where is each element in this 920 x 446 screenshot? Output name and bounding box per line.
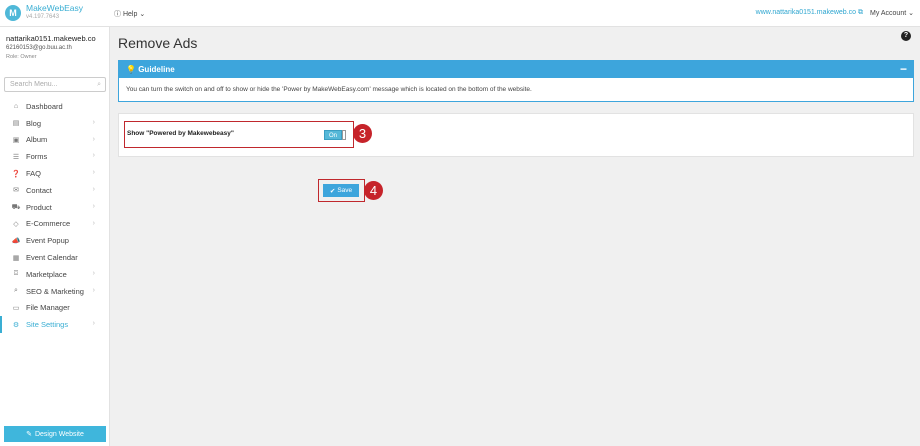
logo-name: MakeWebEasy <box>26 3 84 13</box>
collapse-icon[interactable]: − <box>900 62 907 76</box>
chevron-right-icon: › <box>92 118 95 126</box>
guideline-panel: 💡 Guideline − You can turn the switch on… <box>118 60 914 102</box>
sidebar-item-label: Album <box>26 135 48 145</box>
search-input[interactable]: Search Menu... ⌕ <box>4 77 106 92</box>
chevron-right-icon: › <box>92 152 95 160</box>
top-bar: M MakeWebEasy v4.197.7643 ⓘ Help ⌄ www.n… <box>0 0 920 27</box>
sidebar-item-label: SEO & Marketing <box>26 286 84 296</box>
sidebar-item-label: Marketplace <box>26 269 67 279</box>
sidebar-menu: ⌂ Dashboard ▤ Blog › ▣ Album › ☰ Forms › ❓ FAQ › ✉ Cont… <box>0 98 109 334</box>
chevron-right-icon: › <box>92 269 95 277</box>
sidebar-item-dashboard[interactable]: ⌂ Dashboard <box>0 98 109 115</box>
step-badge-4: 4 <box>364 181 383 200</box>
sidebar-item-marketplace[interactable]: ⌼ Marketplace › <box>0 266 109 283</box>
site-link-text: www.nattarika0151.makeweb.co <box>755 9 857 16</box>
logo-version: v4.197.7643 <box>26 14 60 20</box>
menu-icon: ⛟ <box>11 203 21 211</box>
menu-icon: ☰ <box>12 153 20 161</box>
menu-icon: ✉ <box>13 187 19 195</box>
guideline-header[interactable]: 💡 Guideline − <box>119 61 913 78</box>
menu-icon: ▤ <box>12 120 20 128</box>
menu-icon: ⌼ <box>13 270 19 278</box>
sidebar: nattarika0151.makeweb.co 62160153@go.buu… <box>0 27 110 446</box>
sidebar-item-label: Event Popup <box>26 236 69 246</box>
menu-icon: ❓ <box>11 170 21 178</box>
sidebar-item-event-popup[interactable]: 📣 Event Popup <box>0 232 109 249</box>
sidebar-item-label: Product <box>26 202 52 212</box>
chevron-right-icon: › <box>92 320 95 328</box>
sidebar-item-label: Event Calendar <box>26 253 78 263</box>
user-email: 62160153@go.buu.ac.th <box>6 45 72 51</box>
sidebar-item-e-commerce[interactable]: ◇ E-Commerce › <box>0 216 109 233</box>
search-icon: ⌕ <box>97 81 101 88</box>
sidebar-item-album[interactable]: ▣ Album › <box>0 132 109 149</box>
menu-icon: ◇ <box>13 220 19 228</box>
setting-highlight-frame: Show "Powered by Makewebeasy" On <box>124 121 354 148</box>
guideline-text: You can turn the switch on and off to sh… <box>126 86 532 93</box>
sidebar-item-label: Forms <box>26 152 48 162</box>
powered-by-toggle[interactable]: On <box>324 130 342 140</box>
site-link[interactable]: www.nattarika0151.makeweb.co ⧉ <box>756 9 863 17</box>
step-badge-3: 3 <box>353 124 372 143</box>
chevron-down-icon: ⌄ <box>139 11 146 18</box>
page-title: Remove Ads <box>118 35 198 51</box>
sidebar-item-blog[interactable]: ▤ Blog › <box>0 115 109 132</box>
sidebar-item-forms[interactable]: ☰ Forms › <box>0 148 109 165</box>
guideline-title: Guideline <box>138 65 175 74</box>
external-link-icon: ⧉ <box>858 9 863 16</box>
sidebar-item-site-settings[interactable]: ⚙ Site Settings › <box>0 316 109 334</box>
sidebar-item-label: Blog <box>26 118 42 128</box>
logo-icon: M <box>5 5 21 21</box>
sidebar-item-seo-marketing[interactable]: ⌕ SEO & Marketing › <box>0 283 109 300</box>
sidebar-item-label: E-Commerce <box>26 219 71 229</box>
sidebar-item-label: Dashboard <box>26 101 63 111</box>
search-placeholder: Search Menu... <box>10 81 58 88</box>
user-name: nattarika0151.makeweb.co <box>6 34 96 43</box>
chevron-right-icon: › <box>92 135 95 143</box>
my-account-label: My Account <box>869 10 907 17</box>
menu-icon: ▣ <box>12 136 20 144</box>
chevron-right-icon: › <box>92 202 95 210</box>
user-role: Role: Owner <box>6 54 37 60</box>
question-circle-icon: ⓘ <box>114 11 121 18</box>
menu-icon: ▭ <box>12 304 20 312</box>
sidebar-item-event-calendar[interactable]: ▦ Event Calendar <box>0 249 109 266</box>
sidebar-item-label: Contact <box>26 185 52 195</box>
sidebar-item-label: File Manager <box>26 303 70 313</box>
save-label: Save <box>337 187 353 194</box>
logo[interactable]: M MakeWebEasy v4.197.7643 <box>5 4 83 22</box>
my-account-menu[interactable]: My Account ⌄ <box>870 9 914 17</box>
sidebar-item-faq[interactable]: ❓ FAQ › <box>0 165 109 182</box>
chevron-right-icon: › <box>92 219 95 227</box>
save-button[interactable]: ✔ Save <box>323 184 359 197</box>
menu-icon: ⌕ <box>14 287 18 295</box>
sidebar-item-contact[interactable]: ✉ Contact › <box>0 182 109 199</box>
menu-icon: ⚙ <box>12 321 20 329</box>
toggle-knob[interactable] <box>342 130 346 140</box>
setting-panel: Show "Powered by Makewebeasy" On <box>118 113 914 157</box>
menu-icon: 📣 <box>11 237 21 245</box>
sidebar-item-label: Site Settings <box>26 320 69 330</box>
help-menu[interactable]: ⓘ Help ⌄ <box>114 9 145 19</box>
save-highlight-frame: ✔ Save <box>318 179 365 202</box>
chevron-right-icon: › <box>92 185 95 193</box>
design-website-label: Design Website <box>34 430 84 438</box>
sidebar-item-product[interactable]: ⛟ Product › <box>0 199 109 216</box>
menu-icon: ⌂ <box>13 102 19 110</box>
check-icon: ✔ <box>329 187 336 195</box>
lightbulb-icon: 💡 <box>126 65 136 74</box>
help-label: Help <box>122 11 138 18</box>
menu-icon: ▦ <box>12 254 20 262</box>
help-icon[interactable]: ? <box>901 31 911 41</box>
sidebar-item-file-manager[interactable]: ▭ File Manager <box>0 300 109 317</box>
pencil-icon: ✎ <box>26 431 32 438</box>
chevron-down-icon: ⌄ <box>908 10 914 17</box>
sidebar-item-label: FAQ <box>26 169 42 179</box>
design-website-button[interactable]: ✎ Design Website <box>4 426 106 442</box>
chevron-right-icon: › <box>92 169 95 177</box>
chevron-right-icon: › <box>92 286 95 294</box>
setting-label: Show "Powered by Makewebeasy" <box>127 130 234 137</box>
